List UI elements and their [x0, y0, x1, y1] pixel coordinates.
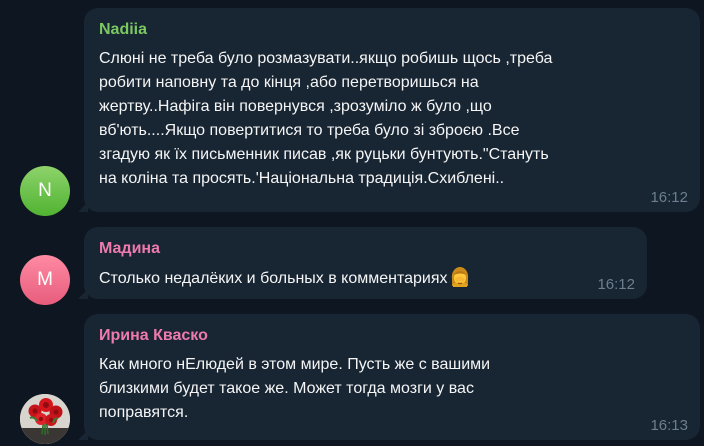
- message-time: 16:12: [597, 276, 635, 293]
- bubble-tail: [78, 289, 88, 299]
- message-content: Столько недалёких и больных в комментари…: [99, 266, 569, 291]
- avatar[interactable]: M: [20, 255, 70, 305]
- avatar[interactable]: N: [20, 166, 70, 216]
- avatar-initial: M: [37, 269, 53, 290]
- bubble-tail: [78, 430, 88, 440]
- message-bubble[interactable]: Nadiia Слюні не треба було розмазувати..…: [78, 8, 700, 212]
- sender-name[interactable]: Ирина Кваско: [99, 327, 208, 345]
- sender-name[interactable]: Мадина: [99, 240, 160, 258]
- message-bubble[interactable]: Мадина Столько недалёких и больных в ком…: [78, 227, 647, 299]
- bubble-tail: [78, 202, 88, 212]
- avatar-initial: N: [38, 180, 52, 201]
- message-time: 16:12: [650, 189, 688, 206]
- chat-history: N Nadiia Слюні не треба було розмазувати…: [0, 0, 704, 446]
- message-text: Как много нЕлюдей в этом мире. Пусть же …: [99, 356, 491, 421]
- message-text: Столько недалёких и больных в комментари…: [99, 270, 448, 287]
- avatar[interactable]: [20, 394, 70, 444]
- message-bubble[interactable]: Ирина Кваско Как много нЕлюдей в этом ми…: [78, 314, 700, 440]
- message-text: Слюні не треба було розмазувати..якщо ро…: [99, 50, 553, 187]
- woman-facepalming-icon: [449, 266, 471, 288]
- message-time: 16:13: [650, 417, 688, 434]
- red-roses-icon: [20, 394, 70, 444]
- sender-name[interactable]: Nadiia: [99, 21, 147, 39]
